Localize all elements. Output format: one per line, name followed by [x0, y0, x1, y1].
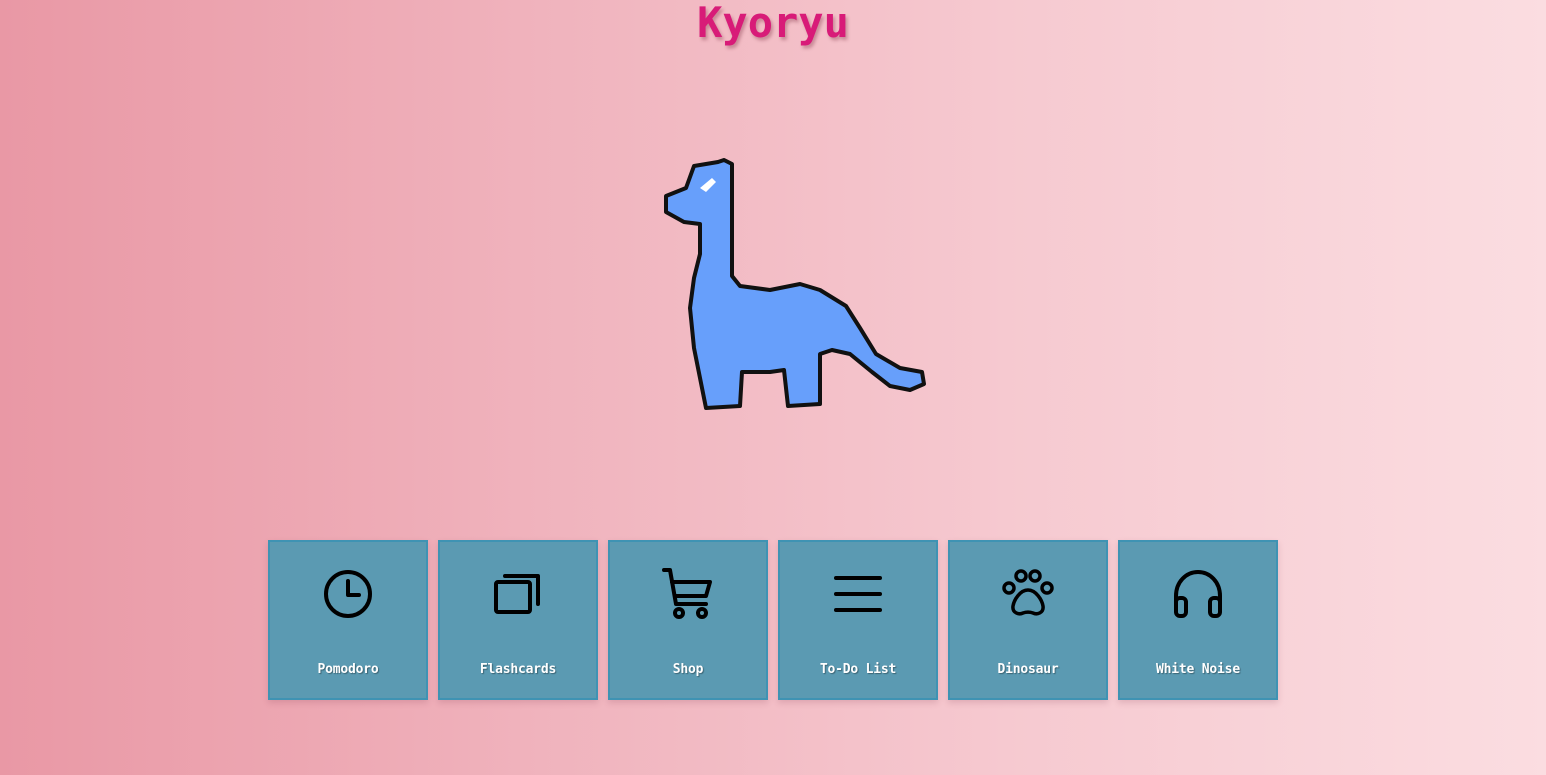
todo-list-label: To-Do List	[819, 662, 897, 677]
shop-button[interactable]: Shop	[608, 540, 768, 700]
headphones-icon	[1172, 568, 1224, 620]
cards-icon	[492, 568, 544, 620]
clock-icon	[322, 568, 374, 620]
shop-label: Shop	[672, 662, 704, 677]
app-title: Kyoryu	[697, 0, 849, 47]
dinosaur-label: Dinosaur	[997, 662, 1059, 677]
list-icon	[832, 568, 884, 620]
flashcards-button[interactable]: Flashcards	[438, 540, 598, 700]
white-noise-button[interactable]: White Noise	[1118, 540, 1278, 700]
paw-icon	[1002, 568, 1054, 620]
dinosaur-pet-image	[660, 158, 928, 412]
pomodoro-label: Pomodoro	[317, 662, 379, 677]
flashcards-label: Flashcards	[479, 662, 557, 677]
white-noise-label: White Noise	[1156, 662, 1240, 677]
todo-list-button[interactable]: To-Do List	[778, 540, 938, 700]
dinosaur-button[interactable]: Dinosaur	[948, 540, 1108, 700]
main-menu: Pomodoro Flashcards Shop To-Do List Dino…	[268, 540, 1278, 700]
pomodoro-button[interactable]: Pomodoro	[268, 540, 428, 700]
cart-icon	[662, 568, 714, 620]
